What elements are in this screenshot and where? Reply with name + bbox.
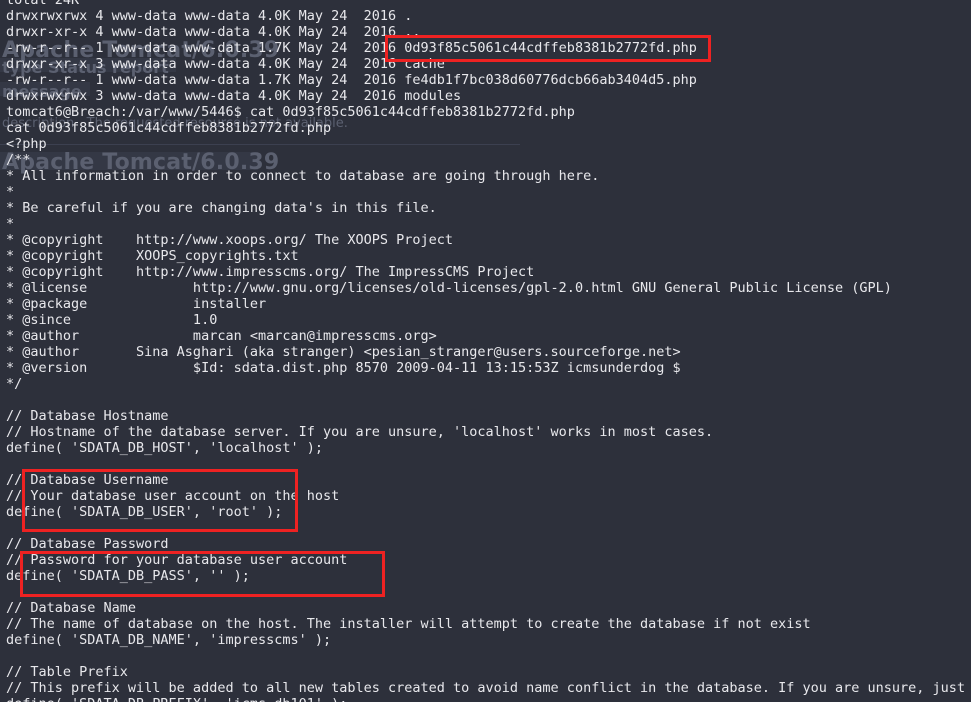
terminal-line: * @version $Id: sdata.dist.php 8570 2009… xyxy=(6,360,681,376)
terminal-line: * xyxy=(6,184,15,200)
terminal-line: // Database Name xyxy=(6,600,137,616)
terminal-line: -rw-r--r-- 1 www-data www-data 1.7K May … xyxy=(6,72,697,88)
terminal-line: define( 'SDATA_DB_HOST', 'localhost' ); xyxy=(6,440,323,456)
terminal-line: * @copyright http://www.impresscms.org/ … xyxy=(6,264,535,280)
terminal-line: * @copyright http://www.xoops.org/ The X… xyxy=(6,232,454,248)
terminal-line: -rw-r--r-- 1 www-data www-data 1.7K May … xyxy=(6,40,697,56)
terminal-line: <?php xyxy=(6,136,47,152)
terminal-line: define( 'SDATA_DB_PREFIX', 'icms_db101' … xyxy=(6,696,347,702)
terminal-line: define( 'SDATA_DB_NAME', 'impresscms' ); xyxy=(6,632,332,648)
terminal-line: /** xyxy=(6,152,31,168)
terminal-line: // Password for your database user accou… xyxy=(6,552,348,568)
terminal-line: define( 'SDATA_DB_USER', 'root' ); xyxy=(6,504,283,520)
terminal-line: // Database Hostname xyxy=(6,408,169,424)
terminal-line: * @package installer xyxy=(6,296,267,312)
terminal-line: drwxr-xr-x 3 www-data www-data 4.0K May … xyxy=(6,56,445,72)
terminal-line: * @since 1.0 xyxy=(6,312,218,328)
terminal-line: // Hostname of the database server. If y… xyxy=(6,424,714,440)
terminal-line: // Your database user account on the hos… xyxy=(6,488,340,504)
terminal-line: // The name of database on the host. The… xyxy=(6,616,811,632)
terminal-line: * @author marcan <marcan@impresscms.org> xyxy=(6,328,437,344)
terminal-line: tomcat6@Breach:/var/www/5446$ cat 0d93f8… xyxy=(6,104,575,120)
terminal-line: */ xyxy=(6,376,23,392)
terminal-line: * Be careful if you are changing data's … xyxy=(6,200,437,216)
terminal-line: define( 'SDATA_DB_PASS', '' ); xyxy=(6,568,250,584)
terminal-line: * All information in order to connect to… xyxy=(6,168,600,184)
terminal-line: * xyxy=(6,216,15,232)
terminal-line: cat 0d93f85c5061c44cdffeb8381b2772fd.php xyxy=(6,120,332,136)
terminal-line: // Database Password xyxy=(6,536,169,552)
terminal-line: * @author Sina Asghari (aka stranger) <p… xyxy=(6,344,681,360)
terminal-line: // This prefix will be added to all new … xyxy=(6,680,971,696)
terminal-line: // Table Prefix xyxy=(6,664,128,680)
terminal-line: * @license http://www.gnu.org/licenses/o… xyxy=(6,280,892,296)
terminal-output[interactable]: total 24K drwxrwxrwx 4 www-data www-data … xyxy=(0,0,971,702)
terminal-line: drwxrwxrwx 4 www-data www-data 4.0K May … xyxy=(6,8,413,24)
terminal-line: drwxr-xr-x 4 www-data www-data 4.0K May … xyxy=(6,24,421,40)
terminal-line: // Database Username xyxy=(6,472,169,488)
terminal-window: Apache Tomcat/6.0.39 type Status report … xyxy=(0,0,971,702)
terminal-line: total 24K xyxy=(6,0,80,8)
terminal-line: * @copyright XOOPS_copyrights.txt xyxy=(6,248,299,264)
terminal-line: drwxrwxrwx 3 www-data www-data 4.0K May … xyxy=(6,88,462,104)
